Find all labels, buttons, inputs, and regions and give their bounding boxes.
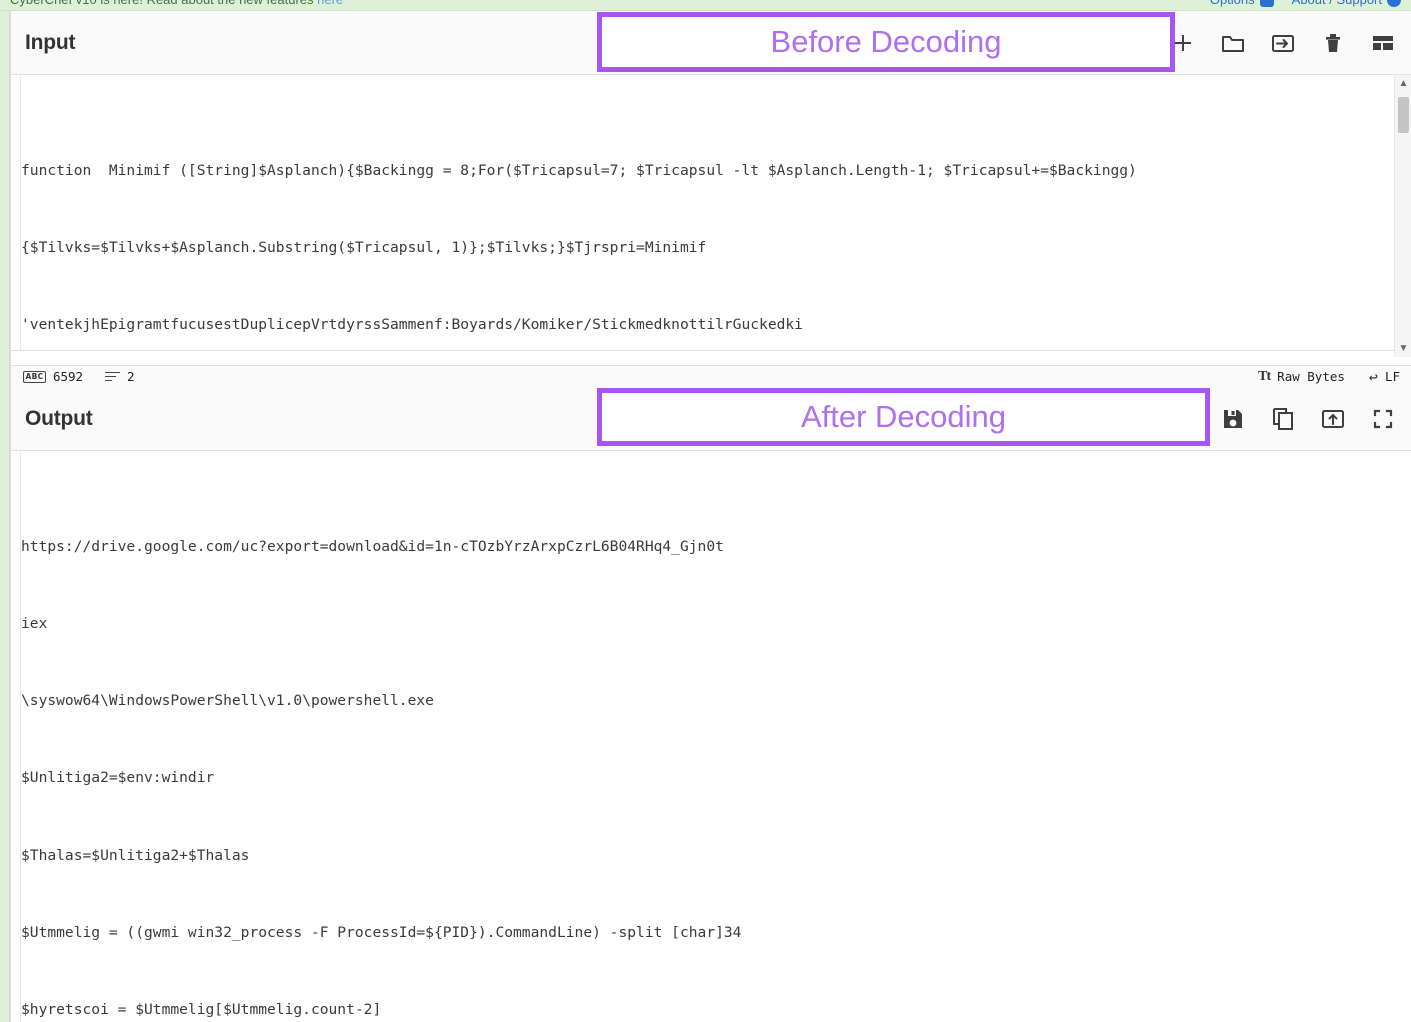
banner-here-link[interactable]: here bbox=[317, 0, 343, 7]
output-text-editor[interactable]: https://drive.google.com/uc?export=downl… bbox=[11, 451, 1411, 1022]
input-vertical-scrollbar[interactable]: ▲ ▼ bbox=[1394, 75, 1411, 357]
input-line-ending-status[interactable]: ↩ LF bbox=[1369, 368, 1400, 386]
about-support-button[interactable]: About / Support bbox=[1292, 0, 1401, 10]
input-pane: Input function Minimif ([String]$Asplanc… bbox=[10, 11, 1411, 387]
return-arrow-icon: ↩ bbox=[1368, 367, 1378, 386]
add-input-tab-button[interactable] bbox=[1169, 29, 1197, 57]
reset-layout-button[interactable] bbox=[1369, 29, 1397, 57]
output-toolbar bbox=[1219, 387, 1397, 451]
input-length-value: 6592 bbox=[52, 369, 84, 384]
gear-icon bbox=[1259, 0, 1274, 7]
input-gutter-divider bbox=[20, 75, 21, 350]
output-line: https://drive.google.com/uc?export=downl… bbox=[21, 538, 724, 556]
banner-actions: Options About / Support bbox=[1210, 0, 1401, 10]
input-toolbar bbox=[1169, 11, 1397, 75]
open-folder-button[interactable] bbox=[1269, 29, 1297, 57]
input-line-ending-value: LF bbox=[1384, 369, 1400, 384]
output-gutter-divider bbox=[20, 451, 21, 1022]
save-output-button[interactable] bbox=[1219, 405, 1247, 433]
scrollbar-thumb[interactable] bbox=[1398, 97, 1409, 133]
input-lines-value: 2 bbox=[127, 369, 135, 384]
output-line: \syswow64\WindowsPowerShell\v1.0\powersh… bbox=[21, 692, 434, 710]
announcement-banner: CyberChef v10 is here! Read about the ne… bbox=[0, 0, 1411, 11]
scroll-down-icon[interactable]: ▼ bbox=[1395, 340, 1411, 357]
output-line: $Thalas=$Unlitiga2+$Thalas bbox=[21, 846, 250, 864]
info-icon bbox=[1387, 0, 1401, 7]
output-line: iex bbox=[21, 615, 48, 633]
open-file-button[interactable] bbox=[1219, 29, 1247, 57]
clear-input-button[interactable] bbox=[1319, 29, 1347, 57]
options-label: Options bbox=[1210, 0, 1255, 10]
input-text-editor[interactable]: function Minimif ([String]$Asplanch){$Ba… bbox=[11, 75, 1411, 351]
abc-icon: ABC bbox=[23, 370, 46, 383]
input-line: function Minimif ([String]$Asplanch){$Ba… bbox=[21, 162, 1137, 180]
output-title-bar: Output bbox=[11, 387, 1411, 451]
output-line: $hyretscoi = $Utmmelig[$Utmmelig.count-2… bbox=[21, 1000, 382, 1018]
maximise-output-button[interactable] bbox=[1369, 405, 1397, 433]
input-line: {$Tilvks=$Tilvks+$Asplanch.Substring($Tr… bbox=[21, 239, 707, 257]
input-status-bar: ABC 6592 2 Tt Raw Bytes ↩ LF bbox=[11, 365, 1411, 387]
output-line: $Unlitiga2=$env:windir bbox=[21, 769, 215, 787]
input-encoding-status[interactable]: Tt Raw Bytes bbox=[1258, 369, 1345, 385]
input-line: 'ventekjhEpigramtfucusestDuplicepVrtdyrs… bbox=[21, 316, 803, 334]
banner-message: CyberChef v10 is here! Read about the ne… bbox=[10, 0, 343, 10]
about-support-label: About / Support bbox=[1292, 0, 1382, 10]
output-line: $Utmmelig = ((gwmi win32_process -F Proc… bbox=[21, 923, 742, 941]
recipe-pane-edge bbox=[0, 11, 10, 1022]
output-pane-title: Output bbox=[25, 406, 93, 430]
options-button[interactable]: Options bbox=[1210, 0, 1274, 10]
input-pane-title: Input bbox=[25, 30, 76, 54]
input-encoding-value: Raw Bytes bbox=[1277, 369, 1345, 384]
lines-icon bbox=[105, 371, 121, 382]
output-pane: Output https://drive.google.com/uc?expor… bbox=[10, 387, 1411, 1022]
input-length-status[interactable]: ABC 6592 bbox=[23, 369, 83, 384]
text-format-icon: Tt bbox=[1258, 368, 1271, 384]
banner-message-text: CyberChef v10 is here! Read about the ne… bbox=[10, 0, 314, 7]
scroll-up-icon[interactable]: ▲ bbox=[1395, 75, 1411, 92]
replace-input-button[interactable] bbox=[1319, 405, 1347, 433]
input-title-bar: Input bbox=[11, 11, 1411, 75]
cyberchef-window: CyberChef v10 is here! Read about the ne… bbox=[0, 0, 1411, 1022]
input-lines-status[interactable]: 2 bbox=[105, 369, 135, 384]
copy-output-button[interactable] bbox=[1269, 405, 1297, 433]
